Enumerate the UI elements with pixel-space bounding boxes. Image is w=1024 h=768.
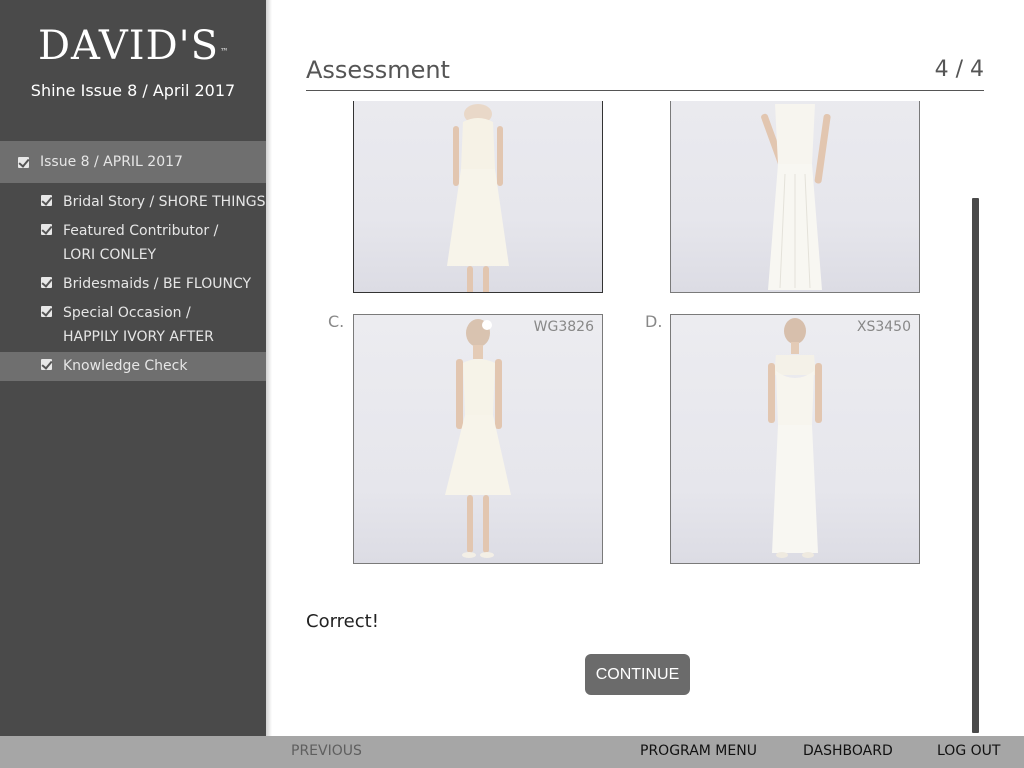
logout-link[interactable]: LOG OUT bbox=[937, 736, 1000, 766]
option-c-image[interactable]: WG3826 bbox=[353, 314, 603, 564]
davids-logo: DAVID'S™ bbox=[37, 23, 230, 69]
checkbox-checked-icon bbox=[41, 277, 52, 288]
sidebar-item-label: Bridesmaids / BE FLOUNCY bbox=[63, 276, 252, 292]
sidebar-item-bridesmaids[interactable]: Bridesmaids / BE FLOUNCY bbox=[0, 270, 266, 299]
checkbox-checked-icon bbox=[18, 157, 29, 168]
title-divider bbox=[306, 90, 984, 91]
option-a-image[interactable] bbox=[353, 101, 603, 293]
footer-bar: PREVIOUS PROGRAM MENU DASHBOARD LOG OUT bbox=[0, 736, 1024, 768]
previous-link[interactable]: PREVIOUS bbox=[291, 736, 362, 766]
options-scroll-area[interactable]: C. WG3826 D. XS3450 bbox=[306, 101, 966, 734]
sidebar-item-label: Bridal Story / SHORE THINGS bbox=[63, 194, 266, 210]
sidebar-shadow bbox=[266, 0, 272, 736]
vertical-scrollbar[interactable] bbox=[972, 198, 979, 733]
option-d-sku: XS3450 bbox=[856, 319, 911, 335]
sidebar-item-label: Issue 8 / APRIL 2017 bbox=[40, 154, 183, 170]
sidebar-item-special-occasion[interactable]: Special Occasion / HAPPILY IVORY AFTER bbox=[0, 299, 266, 352]
dashboard-link[interactable]: DASHBOARD bbox=[803, 736, 893, 766]
checkbox-checked-icon bbox=[41, 306, 52, 317]
option-d-letter: D. bbox=[645, 312, 663, 331]
checkbox-checked-icon bbox=[41, 224, 52, 235]
dress-illustration bbox=[447, 104, 509, 292]
sidebar-item-label: Knowledge Check bbox=[63, 358, 188, 374]
option-d-image[interactable]: XS3450 bbox=[670, 314, 920, 564]
dress-illustration bbox=[445, 319, 511, 558]
issue-subtitle: Shine Issue 8 / April 2017 bbox=[30, 81, 236, 100]
question-counter: 4 / 4 bbox=[934, 57, 984, 82]
sidebar-item-label: Special Occasion / HAPPILY IVORY AFTER bbox=[63, 305, 214, 345]
feedback-message: Correct! bbox=[306, 611, 379, 632]
sidebar-item-issue[interactable]: Issue 8 / APRIL 2017 bbox=[0, 141, 266, 183]
page-title: Assessment bbox=[306, 56, 450, 84]
program-menu-link[interactable]: PROGRAM MENU bbox=[640, 736, 757, 766]
option-c-sku: WG3826 bbox=[533, 319, 594, 335]
checkbox-checked-icon bbox=[41, 195, 52, 206]
sidebar-nav: Issue 8 / APRIL 2017 Bridal Story / SHOR… bbox=[0, 141, 266, 381]
sidebar-item-label: Featured Contributor / LORI CONLEY bbox=[63, 223, 219, 263]
checkbox-checked-icon bbox=[41, 359, 52, 370]
sidebar: DAVID'S™ Shine Issue 8 / April 2017 Issu… bbox=[0, 0, 266, 736]
option-c-letter: C. bbox=[328, 312, 345, 331]
dress-illustration bbox=[768, 318, 822, 558]
sidebar-item-knowledge-check[interactable]: Knowledge Check bbox=[0, 352, 266, 381]
sidebar-item-featured-contributor[interactable]: Featured Contributor / LORI CONLEY bbox=[0, 217, 266, 270]
dress-illustration bbox=[761, 104, 831, 290]
sidebar-item-bridal-story[interactable]: Bridal Story / SHORE THINGS bbox=[0, 188, 266, 217]
option-b-image[interactable] bbox=[670, 101, 920, 293]
continue-button[interactable]: CONTINUE bbox=[585, 654, 690, 695]
